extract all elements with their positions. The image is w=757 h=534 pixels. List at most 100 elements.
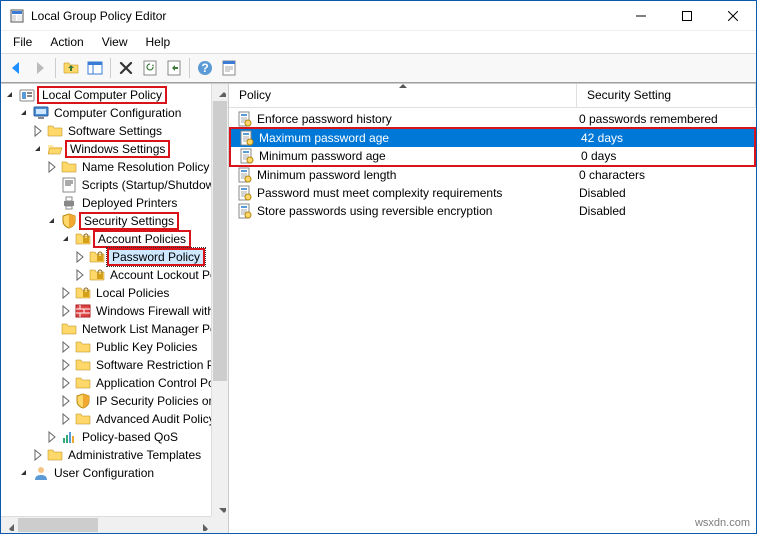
folder-icon	[75, 339, 91, 355]
minimize-button[interactable]	[618, 1, 664, 31]
user-icon	[33, 465, 49, 481]
export-list-button[interactable]	[163, 57, 185, 79]
window-title: Local Group Policy Editor	[31, 9, 618, 23]
properties-button[interactable]	[218, 57, 240, 79]
menubar: File Action View Help	[1, 31, 756, 53]
twisty-icon[interactable]	[17, 466, 31, 480]
help-button[interactable]	[194, 57, 216, 79]
folder-icon	[75, 411, 91, 427]
tree-app-control[interactable]: Application Control Policies	[93, 376, 228, 390]
twisty-icon[interactable]	[45, 214, 59, 228]
tree-account-lockout[interactable]: Account Lockout Policy	[107, 268, 228, 282]
menu-view[interactable]: View	[94, 33, 136, 51]
list-item[interactable]: Maximum password age 42 days	[231, 129, 754, 147]
up-level-button[interactable]	[60, 57, 82, 79]
twisty-icon[interactable]	[59, 340, 73, 354]
tree-deployed-printers[interactable]: Deployed Printers	[79, 196, 180, 210]
policy-name: Maximum password age	[259, 131, 389, 145]
firewall-icon	[75, 303, 91, 319]
separator	[55, 58, 56, 78]
twisty-icon[interactable]	[17, 106, 31, 120]
shield-icon	[75, 393, 91, 409]
menu-file[interactable]: File	[5, 33, 40, 51]
folder-icon	[61, 159, 77, 175]
folder-icon	[61, 321, 77, 337]
twisty-icon[interactable]	[31, 448, 45, 462]
folder-icon	[47, 447, 63, 463]
script-icon	[61, 177, 77, 193]
refresh-button[interactable]	[139, 57, 161, 79]
twisty-icon[interactable]	[59, 232, 73, 246]
menu-help[interactable]: Help	[138, 33, 179, 51]
list-item[interactable]: Minimum password age0 days	[231, 147, 754, 165]
twisty-icon[interactable]	[59, 412, 73, 426]
back-button[interactable]	[5, 57, 27, 79]
twisty-icon[interactable]	[31, 142, 45, 156]
twisty-icon[interactable]	[59, 286, 73, 300]
computer-icon	[33, 105, 49, 121]
tree-public-key[interactable]: Public Key Policies	[93, 340, 200, 354]
lock-folder-icon	[89, 249, 105, 265]
tree-policy-qos[interactable]: Policy-based QoS	[79, 430, 181, 444]
policy-name: Password must meet complexity requiremen…	[257, 186, 502, 200]
menu-action[interactable]: Action	[42, 33, 91, 51]
twisty-icon[interactable]	[45, 160, 59, 174]
show-hide-tree-button[interactable]	[84, 57, 106, 79]
tree-network-list[interactable]: Network List Manager Policies	[79, 322, 228, 336]
policy-name: Enforce password history	[257, 112, 392, 126]
list-item[interactable]: Store passwords using reversible encrypt…	[229, 202, 756, 220]
twisty-icon[interactable]	[59, 376, 73, 390]
twisty-icon[interactable]	[73, 250, 87, 264]
tree-ip-security[interactable]: IP Security Policies on Local Computer	[93, 394, 228, 408]
lock-folder-icon	[75, 285, 91, 301]
twisty-icon[interactable]	[59, 304, 73, 318]
tree-name-resolution[interactable]: Name Resolution Policy	[79, 160, 212, 174]
forward-button[interactable]	[29, 57, 51, 79]
policy-item-icon	[239, 130, 255, 146]
sort-ascending-icon	[398, 83, 408, 89]
tree-scripts[interactable]: Scripts (Startup/Shutdown)	[79, 178, 228, 192]
vertical-scrollbar[interactable]	[211, 84, 228, 516]
list-item[interactable]: Enforce password history0 passwords reme…	[229, 110, 756, 128]
column-header-policy[interactable]: Policy	[229, 84, 577, 107]
tree-local-policies[interactable]: Local Policies	[93, 286, 172, 300]
policy-setting: Disabled	[577, 186, 756, 200]
twisty-icon[interactable]	[45, 430, 59, 444]
tree-account-policies[interactable]: Account Policies	[93, 230, 191, 248]
tree-password-policy[interactable]: Password Policy	[107, 248, 205, 266]
list-item[interactable]: Minimum password length0 characters	[229, 166, 756, 184]
tree-view[interactable]: Local Computer Policy Computer Configura…	[1, 84, 228, 533]
twisty-icon[interactable]	[59, 394, 73, 408]
tree-admin-templates[interactable]: Administrative Templates	[65, 448, 204, 462]
tree-windows-settings[interactable]: Windows Settings	[65, 140, 170, 158]
tree-advanced-audit[interactable]: Advanced Audit Policy Configuration	[93, 412, 228, 426]
twisty-icon[interactable]	[3, 88, 17, 102]
maximize-button[interactable]	[664, 1, 710, 31]
tree-security-settings[interactable]: Security Settings	[79, 212, 179, 230]
tree-windows-firewall[interactable]: Windows Firewall with Advanced Security	[93, 304, 228, 318]
tree-software-settings[interactable]: Software Settings	[65, 124, 165, 138]
folder-icon	[75, 375, 91, 391]
shield-icon	[61, 213, 77, 229]
tree-computer-configuration[interactable]: Computer Configuration	[51, 106, 184, 120]
twisty-icon[interactable]	[73, 268, 87, 282]
close-button[interactable]	[710, 1, 756, 31]
tree-software-restriction[interactable]: Software Restriction Policies	[93, 358, 228, 372]
delete-button[interactable]	[115, 57, 137, 79]
tree-user-configuration[interactable]: User Configuration	[51, 466, 157, 480]
tree-local-computer-policy[interactable]: Local Computer Policy	[37, 86, 167, 104]
policy-setting: Disabled	[577, 204, 756, 218]
printer-icon	[61, 195, 77, 211]
list-pane: Policy Security Setting Enforce password…	[229, 84, 756, 533]
policy-item-icon	[237, 167, 253, 183]
list-header: Policy Security Setting	[229, 84, 756, 108]
twisty-icon[interactable]	[59, 358, 73, 372]
policy-setting: 42 days	[579, 131, 754, 145]
list-item[interactable]: Password must meet complexity requiremen…	[229, 184, 756, 202]
scrollbar-corner	[211, 516, 228, 533]
horizontal-scrollbar[interactable]	[1, 516, 211, 533]
policy-item-icon	[239, 148, 255, 164]
content-area: Local Computer Policy Computer Configura…	[1, 83, 756, 533]
column-header-setting[interactable]: Security Setting	[577, 84, 756, 107]
twisty-icon[interactable]	[31, 124, 45, 138]
